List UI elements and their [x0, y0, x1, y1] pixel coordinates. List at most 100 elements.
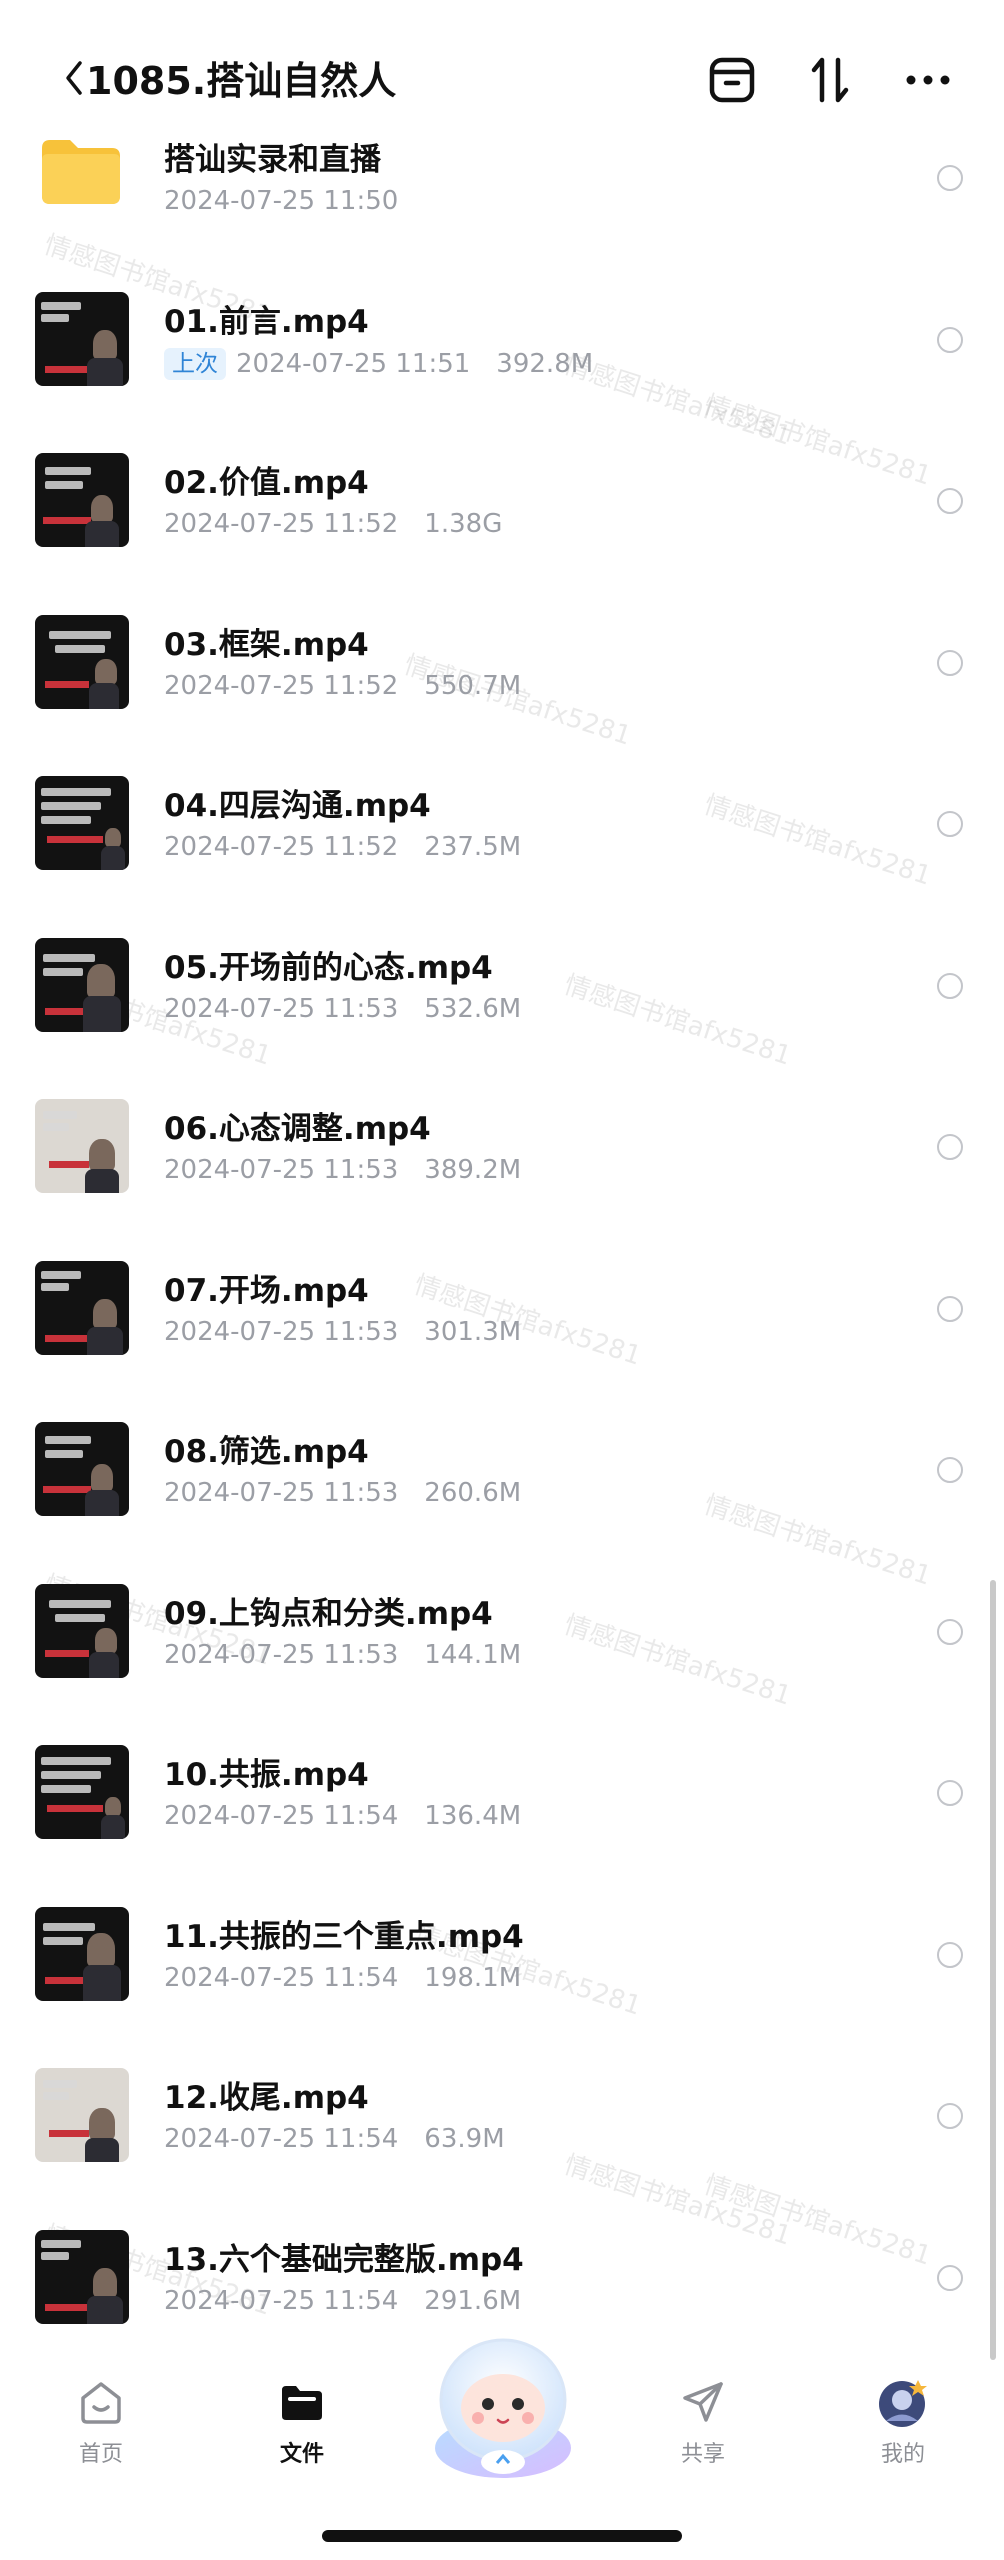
mascot-icon: [435, 2338, 571, 2478]
file-date: 2024-07-25 11:53: [164, 994, 399, 1024]
select-checkbox[interactable]: [937, 1780, 963, 1806]
select-checkbox[interactable]: [937, 2265, 963, 2291]
file-row[interactable]: 03.框架.mp4 2024-07-25 11:52 550.7M: [0, 585, 1004, 747]
file-size: 237.5M: [424, 832, 522, 862]
tab-home-label: 首页: [78, 2442, 123, 2467]
file-meta: 2024-07-25 11:53 260.6M: [164, 1478, 521, 1508]
tab-share-label: 共享: [680, 2442, 725, 2467]
tab-files-label: 文件: [279, 2442, 324, 2467]
video-thumbnail: [35, 1745, 129, 1839]
file-row[interactable]: 04.四层沟通.mp4 2024-07-25 11:52 237.5M: [0, 746, 1004, 908]
page-title: 1085.搭讪自然人: [86, 59, 397, 103]
sort-icon: [811, 57, 849, 103]
file-date: 2024-07-25 11:54: [164, 2286, 399, 2316]
video-thumbnail: [35, 2230, 129, 2324]
tab-mine-label: 我的: [880, 2442, 925, 2467]
avatar: [879, 2380, 927, 2427]
file-meta: 2024-07-25 11:53 144.1M: [164, 1640, 521, 1670]
send-icon: [683, 2382, 723, 2422]
file-row[interactable]: 05.开场前的心态.mp4 2024-07-25 11:53 532.6M: [0, 908, 1004, 1070]
home-icon: [81, 2382, 121, 2424]
file-name: 11.共振的三个重点.mp4: [164, 1919, 524, 1955]
chevron-left-icon: [66, 61, 82, 95]
file-row[interactable]: 11.共振的三个重点.mp4 2024-07-25 11:54 198.1M: [0, 1877, 1004, 2039]
video-thumbnail: [35, 292, 129, 386]
file-date: 2024-07-25 11:51: [236, 349, 471, 379]
select-checkbox[interactable]: [937, 1134, 963, 1160]
select-checkbox[interactable]: [937, 1619, 963, 1645]
video-thumbnail: [35, 1584, 129, 1678]
file-date: 2024-07-25 11:52: [164, 671, 399, 701]
file-name: 06.心态调整.mp4: [164, 1111, 431, 1147]
archive-icon: [709, 57, 755, 103]
select-checkbox[interactable]: [937, 811, 963, 837]
video-thumbnail: [35, 1261, 129, 1355]
file-size: 291.6M: [424, 2286, 522, 2316]
file-name: 13.六个基础完整版.mp4: [164, 2242, 524, 2278]
file-meta: 2024-07-25 11:54 136.4M: [164, 1801, 521, 1831]
file-size: 532.6M: [424, 994, 522, 1024]
tab-files[interactable]: 文件: [247, 2376, 357, 2486]
file-meta: 2024-07-25 11:54 198.1M: [164, 1963, 521, 1993]
file-row[interactable]: 10.共振.mp4 2024-07-25 11:54 136.4M: [0, 1715, 1004, 1877]
file-meta: 2024-07-25 11:52 550.7M: [164, 671, 521, 701]
file-size: 260.6M: [424, 1478, 522, 1508]
file-name: 09.上钩点和分类.mp4: [164, 1596, 493, 1632]
select-checkbox[interactable]: [937, 973, 963, 999]
archive-button[interactable]: [706, 54, 758, 106]
folder-icon: [282, 2386, 322, 2420]
file-meta: 2024-07-25 11:54 291.6M: [164, 2286, 521, 2316]
file-name: 01.前言.mp4: [164, 304, 369, 340]
file-row[interactable]: 07.开场.mp4 2024-07-25 11:53 301.3M: [0, 1231, 1004, 1393]
file-meta: 2024-07-25 11:53 301.3M: [164, 1317, 521, 1347]
file-row[interactable]: 01.前言.mp4 上次 2024-07-25 11:51 392.8M: [0, 262, 1004, 424]
file-row[interactable]: 12.收尾.mp4 2024-07-25 11:54 63.9M: [0, 2038, 1004, 2200]
file-size: 136.4M: [424, 1801, 522, 1831]
file-date: 2024-07-25 11:52: [164, 832, 399, 862]
select-checkbox[interactable]: [937, 488, 963, 514]
file-date: 2024-07-25 11:50: [164, 186, 399, 216]
file-date: 2024-07-25 11:53: [164, 1640, 399, 1670]
scrollbar[interactable]: [990, 1580, 996, 2360]
file-date: 2024-07-25 11:54: [164, 1801, 399, 1831]
select-checkbox[interactable]: [937, 650, 963, 676]
sort-button[interactable]: [804, 54, 856, 106]
more-icon: [906, 75, 950, 85]
folder-row[interactable]: 搭讪实录和直播 2024-07-25 11:50: [0, 100, 1004, 262]
file-name: 03.框架.mp4: [164, 627, 369, 663]
file-row[interactable]: 06.心态调整.mp4 2024-07-25 11:53 389.2M: [0, 1069, 1004, 1231]
file-meta: 2024-07-25 11:50: [164, 186, 398, 216]
select-checkbox[interactable]: [937, 1457, 963, 1483]
file-row[interactable]: 09.上钩点和分类.mp4 2024-07-25 11:53 144.1M: [0, 1554, 1004, 1716]
tab-mine[interactable]: 我的: [848, 2376, 958, 2486]
file-size: 198.1M: [424, 1963, 522, 1993]
select-checkbox[interactable]: [937, 1942, 963, 1968]
select-checkbox[interactable]: [937, 165, 963, 191]
file-meta: 2024-07-25 11:53 389.2M: [164, 1155, 521, 1185]
video-thumbnail: [35, 453, 129, 547]
select-checkbox[interactable]: [937, 1296, 963, 1322]
file-meta: 2024-07-25 11:52 237.5M: [164, 832, 521, 862]
file-row[interactable]: 02.价值.mp4 2024-07-25 11:52 1.38G: [0, 423, 1004, 585]
file-size: 389.2M: [424, 1155, 522, 1185]
last-played-badge: 上次: [164, 348, 226, 380]
file-size: 1.38G: [424, 509, 503, 539]
file-name: 02.价值.mp4: [164, 465, 369, 501]
more-button[interactable]: [902, 54, 954, 106]
file-meta: 2024-07-25 11:52 1.38G: [164, 509, 502, 539]
file-size: 144.1M: [424, 1640, 522, 1670]
select-checkbox[interactable]: [937, 2103, 963, 2129]
file-date: 2024-07-25 11:52: [164, 509, 399, 539]
file-name: 04.四层沟通.mp4: [164, 788, 431, 824]
file-size: 63.9M: [424, 2124, 505, 2154]
folder-icon: [42, 140, 120, 204]
file-meta: 2024-07-25 11:53 532.6M: [164, 994, 521, 1024]
select-checkbox[interactable]: [937, 327, 963, 353]
tab-home[interactable]: 首页: [46, 2376, 156, 2486]
video-thumbnail: [35, 2068, 129, 2162]
assistant-mascot-button[interactable]: [418, 2330, 588, 2480]
file-row[interactable]: 08.筛选.mp4 2024-07-25 11:53 260.6M: [0, 1392, 1004, 1554]
video-thumbnail: [35, 1099, 129, 1193]
tab-share[interactable]: 共享: [648, 2376, 758, 2486]
file-name: 搭讪实录和直播: [164, 142, 381, 178]
